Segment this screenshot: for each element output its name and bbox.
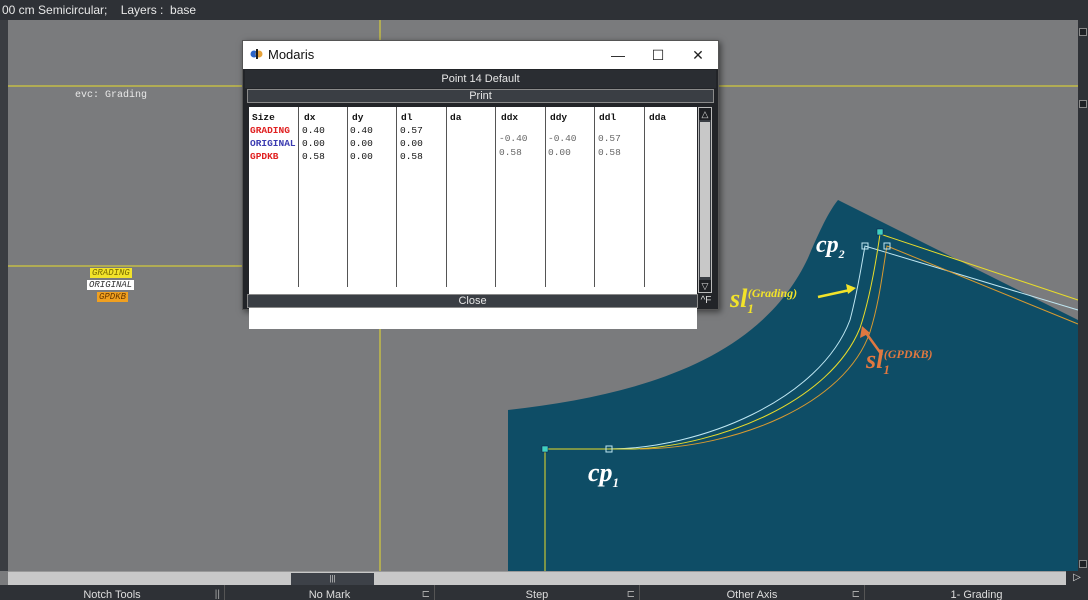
notch-tools-icon: || [214, 589, 220, 600]
no-mark-button[interactable]: No Mark ⊏ [225, 585, 435, 600]
no-mark-icon: ⊏ [421, 589, 430, 600]
row-original-dy: 0.00 [350, 138, 373, 149]
row-grading-dx: 0.40 [302, 125, 325, 136]
notch-tools-label: Notch Tools [83, 589, 141, 600]
annotation-sl-grading: sl1(Grading) [730, 284, 798, 317]
row-original-dx: 0.00 [302, 138, 325, 149]
right-rail-button-top[interactable] [1079, 28, 1087, 36]
legend-gpdkb: GPDKB [97, 292, 129, 302]
modaris-app-icon [250, 49, 263, 59]
maximize-button[interactable]: ☐ [638, 41, 678, 69]
step-label: Step [525, 589, 549, 600]
scroll-up-button[interactable]: △ [699, 108, 711, 120]
modaris-workspace: 00 cm Semicircular; Layers : base evc: G… [0, 0, 1088, 600]
header-dy: dy [352, 112, 364, 123]
step-icon: ⊏ [626, 589, 635, 600]
close-button[interactable]: Close [247, 294, 698, 308]
row-grading-dl: 0.57 [400, 125, 423, 136]
minimize-button[interactable]: — [598, 41, 638, 69]
row-original-ddy: -0.40 [548, 133, 577, 144]
legend-grading: GRADING [90, 268, 132, 278]
right-rail-button-mid[interactable] [1079, 100, 1087, 108]
legend-original: ORIGINAL [87, 280, 135, 290]
row-gpdkb-ddl: 0.58 [598, 147, 621, 158]
row-gpdkb-ddy: 0.00 [548, 147, 571, 158]
row-original-ddx: -0.40 [499, 133, 528, 144]
annotation-cp2: cp2 [816, 232, 845, 261]
header-dl: dl [401, 112, 413, 123]
no-mark-label: No Mark [308, 589, 351, 600]
row-gpdkb-dx: 0.58 [302, 151, 325, 162]
other-axis-icon: ⊏ [851, 589, 860, 600]
dialog-scrollbar[interactable]: △ ▽ [698, 107, 712, 293]
header-size: Size [252, 112, 275, 123]
row-gpdkb-dl: 0.58 [400, 151, 423, 162]
row-original-ddl: 0.57 [598, 133, 621, 144]
column-da [447, 107, 496, 287]
scroll-right-button[interactable]: ▷ [1066, 571, 1088, 585]
close-window-button[interactable]: ✕ [678, 41, 718, 69]
annotation-cp1: cp1 [588, 458, 620, 491]
print-button[interactable]: Print [247, 89, 714, 103]
header-dx: dx [304, 112, 316, 123]
row-original-dl: 0.00 [400, 138, 423, 149]
scroll-down-button[interactable]: ▽ [699, 280, 711, 292]
row-gpdkb-ddx: 0.58 [499, 147, 522, 158]
scroll-thumb[interactable] [700, 122, 710, 277]
row-gpdkb-size: GPDKB [250, 151, 279, 162]
header-dda: dda [649, 112, 667, 123]
right-rail-button-bottom[interactable] [1079, 560, 1087, 568]
column-dda [645, 107, 697, 287]
bottom-toolbar: Notch Tools || No Mark ⊏ Step ⊏ Other Ax… [0, 585, 1088, 600]
grading-select-button[interactable]: 1- Grading [865, 585, 1088, 600]
left-rail [0, 20, 8, 571]
header-ddy: ddy [550, 112, 568, 123]
row-grading-dy: 0.40 [350, 125, 373, 136]
horizontal-scrollbar[interactable]: ||| [8, 571, 1066, 585]
horizontal-scroll-thumb[interactable]: ||| [291, 573, 374, 585]
point-info-dialog: Modaris — ☐ ✕ Point 14 Default Print Siz… [242, 40, 719, 329]
header-ddx: ddx [501, 112, 519, 123]
dialog-title: Modaris [268, 47, 315, 62]
notch-tools-button[interactable]: Notch Tools || [0, 585, 225, 600]
other-axis-button[interactable]: Other Axis ⊏ [640, 585, 865, 600]
row-grading-size: GRADING [250, 125, 290, 136]
step-button[interactable]: Step ⊏ [435, 585, 640, 600]
grading-select-label: 1- Grading [950, 589, 1003, 600]
status-bar-top: 00 cm Semicircular; Layers : base [0, 0, 1088, 20]
annotation-sl-gpdkb: sl1(GPDKB) [866, 345, 933, 378]
header-da: da [450, 112, 462, 123]
dialog-titlebar[interactable]: Modaris — ☐ ✕ [243, 41, 718, 69]
header-ddl: ddl [599, 112, 617, 123]
row-original-size: ORIGINAL [250, 138, 296, 149]
row-gpdkb-dy: 0.00 [350, 151, 373, 162]
evc-label: evc: Grading [75, 90, 148, 101]
close-shortcut-label: ^F [700, 295, 712, 306]
dialog-header: Point 14 Default [245, 70, 716, 88]
other-axis-label: Other Axis [726, 589, 778, 600]
